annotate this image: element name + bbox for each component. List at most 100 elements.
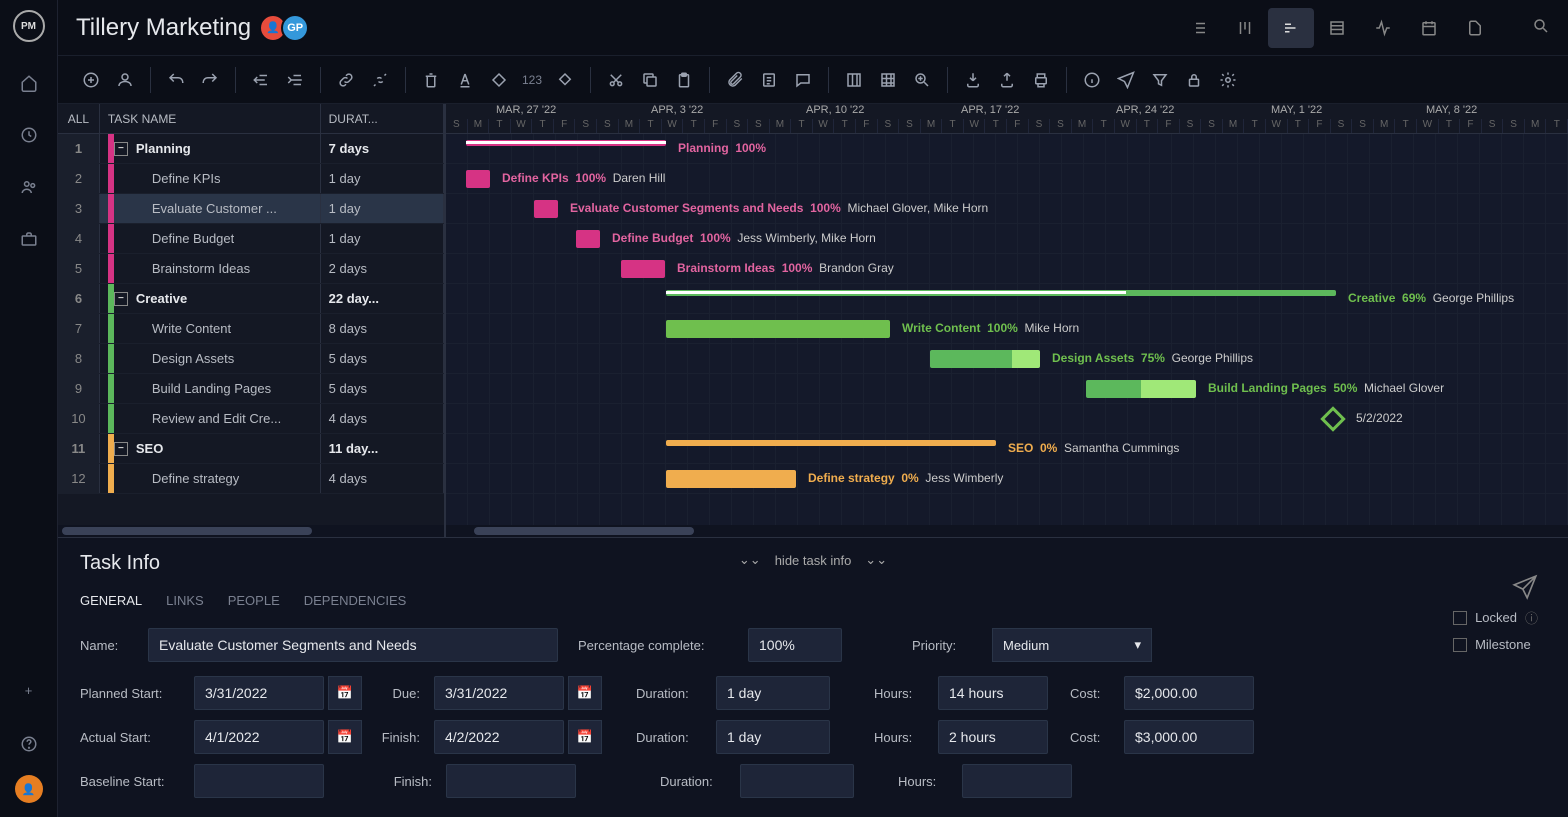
duration-cell[interactable]: 4 days	[321, 404, 444, 433]
plus-icon[interactable]: +	[18, 679, 40, 701]
task-bar[interactable]	[466, 170, 490, 188]
project-members[interactable]: 👤 GP	[265, 14, 309, 42]
task-row[interactable]: 5Brainstorm Ideas2 days	[58, 254, 444, 284]
collapse-icon[interactable]: −	[114, 442, 128, 456]
grid-icon[interactable]	[873, 65, 903, 95]
task-row[interactable]: 12Define strategy4 days	[58, 464, 444, 494]
tab-links[interactable]: LINKS	[166, 593, 204, 608]
member-avatar[interactable]: GP	[281, 14, 309, 42]
task-name-cell[interactable]: Evaluate Customer ...	[100, 194, 321, 223]
planned-duration-input[interactable]: 1 day	[716, 676, 830, 710]
planned-cost-input[interactable]: $2,000.00	[1124, 676, 1254, 710]
redo-icon[interactable]	[195, 65, 225, 95]
actual-duration-input[interactable]: 1 day	[716, 720, 830, 754]
duration-cell[interactable]: 2 days	[321, 254, 444, 283]
activity-view-icon[interactable]	[1360, 8, 1406, 48]
duration-cell[interactable]: 1 day	[321, 224, 444, 253]
task-name-cell[interactable]: −Planning	[100, 134, 321, 163]
send-task-icon[interactable]	[1512, 574, 1538, 606]
columns-icon[interactable]	[839, 65, 869, 95]
pct-complete-input[interactable]: 100%	[748, 628, 842, 662]
app-logo[interactable]: PM	[13, 10, 45, 42]
filter-icon[interactable]	[1145, 65, 1175, 95]
task-bar[interactable]	[621, 260, 665, 278]
task-name-cell[interactable]: Design Assets	[100, 344, 321, 373]
task-row[interactable]: 11−SEO11 day...	[58, 434, 444, 464]
collapse-icon[interactable]: −	[114, 142, 128, 156]
baseline-finish-input[interactable]	[446, 764, 576, 798]
cut-icon[interactable]	[601, 65, 631, 95]
files-view-icon[interactable]	[1452, 8, 1498, 48]
actual-start-input[interactable]: 4/1/2022	[194, 720, 324, 754]
send-icon[interactable]	[1111, 65, 1141, 95]
text-format-icon[interactable]	[450, 65, 480, 95]
duration-cell[interactable]: 11 day...	[321, 434, 444, 463]
task-name-cell[interactable]: Define strategy	[100, 464, 321, 493]
planned-start-input[interactable]: 3/31/2022	[194, 676, 324, 710]
task-name-cell[interactable]: Write Content	[100, 314, 321, 343]
copy-icon[interactable]	[635, 65, 665, 95]
task-bar[interactable]	[666, 320, 890, 338]
import-icon[interactable]	[958, 65, 988, 95]
help-icon[interactable]	[18, 733, 40, 755]
baseline-duration-input[interactable]	[740, 764, 854, 798]
outdent-icon[interactable]	[246, 65, 276, 95]
attachment-icon[interactable]	[720, 65, 750, 95]
task-name-cell[interactable]: Define KPIs	[100, 164, 321, 193]
baseline-hours-input[interactable]	[962, 764, 1072, 798]
calendar-icon[interactable]: 📅	[568, 676, 602, 710]
task-row[interactable]: 9Build Landing Pages5 days	[58, 374, 444, 404]
task-row[interactable]: 1−Planning7 days	[58, 134, 444, 164]
task-bar[interactable]	[666, 470, 796, 488]
tab-dependencies[interactable]: DEPENDENCIES	[304, 593, 407, 608]
calendar-icon[interactable]: 📅	[328, 676, 362, 710]
sheet-view-icon[interactable]	[1314, 8, 1360, 48]
home-icon[interactable]	[18, 72, 40, 94]
duration-cell[interactable]: 4 days	[321, 464, 444, 493]
due-input[interactable]: 3/31/2022	[434, 676, 564, 710]
actual-hours-input[interactable]: 2 hours	[938, 720, 1048, 754]
planned-hours-input[interactable]: 14 hours	[938, 676, 1048, 710]
milestone-icon[interactable]	[550, 65, 580, 95]
task-row[interactable]: 6−Creative22 day...	[58, 284, 444, 314]
task-row[interactable]: 2Define KPIs1 day	[58, 164, 444, 194]
actual-finish-input[interactable]: 4/2/2022	[434, 720, 564, 754]
duration-cell[interactable]: 1 day	[321, 164, 444, 193]
lock-icon[interactable]	[1179, 65, 1209, 95]
grid-scrollbar[interactable]	[58, 525, 444, 537]
task-row[interactable]: 10Review and Edit Cre...4 days	[58, 404, 444, 434]
briefcase-icon[interactable]	[18, 228, 40, 250]
duration-cell[interactable]: 5 days	[321, 374, 444, 403]
duration-cell[interactable]: 1 day	[321, 194, 444, 223]
people-icon[interactable]	[18, 176, 40, 198]
baseline-start-input[interactable]	[194, 764, 324, 798]
comment-icon[interactable]	[788, 65, 818, 95]
task-row[interactable]: 7Write Content8 days	[58, 314, 444, 344]
task-bar[interactable]	[534, 200, 558, 218]
col-header-all[interactable]: ALL	[58, 104, 100, 133]
task-name-cell[interactable]: Brainstorm Ideas	[100, 254, 321, 283]
list-view-icon[interactable]	[1176, 8, 1222, 48]
gantt-view-icon[interactable]	[1268, 8, 1314, 48]
collapse-icon[interactable]: −	[114, 292, 128, 306]
unlink-icon[interactable]	[365, 65, 395, 95]
clock-icon[interactable]	[18, 124, 40, 146]
settings-icon[interactable]	[1213, 65, 1243, 95]
zoom-icon[interactable]	[907, 65, 937, 95]
actual-cost-input[interactable]: $3,000.00	[1124, 720, 1254, 754]
search-icon[interactable]	[1532, 17, 1550, 38]
assign-user-icon[interactable]	[110, 65, 140, 95]
milestone-marker[interactable]	[1320, 406, 1345, 431]
task-row[interactable]: 8Design Assets5 days	[58, 344, 444, 374]
undo-icon[interactable]	[161, 65, 191, 95]
gantt-scrollbar[interactable]	[446, 525, 1568, 537]
summary-bar[interactable]	[666, 440, 996, 446]
task-bar[interactable]	[930, 350, 1040, 368]
col-header-name[interactable]: TASK NAME	[100, 104, 321, 133]
info-icon[interactable]	[1077, 65, 1107, 95]
task-row[interactable]: 4Define Budget1 day	[58, 224, 444, 254]
delete-icon[interactable]	[416, 65, 446, 95]
duration-cell[interactable]: 8 days	[321, 314, 444, 343]
task-bar[interactable]	[1086, 380, 1196, 398]
hide-task-info-button[interactable]: ⌄⌄ hide task info ⌄⌄	[739, 552, 887, 568]
